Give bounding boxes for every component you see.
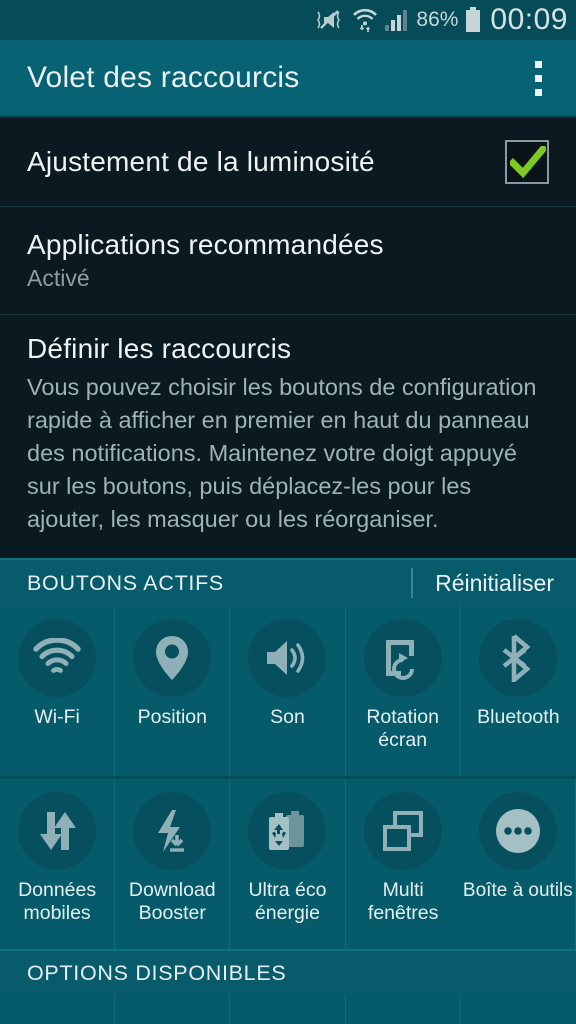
cellular-signal-icon xyxy=(385,9,409,31)
available-options-section-header: OPTIONS DISPONIBLES xyxy=(0,949,576,995)
quick-button-label: Wi-Fi xyxy=(34,706,80,728)
quick-button-ultra-power-saving[interactable]: Ultra éco énergie xyxy=(230,779,346,949)
brightness-label: Ajustement de la luminosité xyxy=(27,146,375,177)
sound-speaker-icon xyxy=(248,619,327,697)
action-bar: Volet des raccourcis xyxy=(0,40,576,118)
quick-button-label: Multi fenêtres xyxy=(367,879,439,924)
status-clock: 00:09 xyxy=(490,3,568,36)
toolbox-dots-icon xyxy=(478,792,557,870)
quick-button-download-booster[interactable]: Download Booster xyxy=(115,779,231,949)
reset-button[interactable]: Réinitialiser xyxy=(413,570,576,597)
active-buttons-header-label: BOUTONS ACTIFS xyxy=(27,570,224,595)
screen-rotation-icon xyxy=(363,619,442,697)
settings-screen: 86% 00:09 Volet des raccourcis Ajustemen… xyxy=(0,0,576,1024)
overflow-menu-icon[interactable] xyxy=(514,60,576,96)
location-pin-icon xyxy=(133,619,212,697)
setting-row-define-shortcuts: Définir les raccourcis Vous pouvez chois… xyxy=(0,314,576,558)
status-bar: 86% 00:09 xyxy=(0,0,576,40)
quick-button-label: Données mobiles xyxy=(18,879,97,924)
overflow-dot xyxy=(534,88,542,96)
available-option-cell[interactable] xyxy=(230,995,346,1024)
quick-button-label: Rotation écran xyxy=(366,706,439,751)
available-option-cell[interactable] xyxy=(115,995,231,1024)
quick-button-mobile-data[interactable]: Données mobiles xyxy=(0,779,116,949)
quick-button-label: Position xyxy=(137,706,207,728)
active-buttons-grid: Wi-Fi Position Son Rotation écran Blueto… xyxy=(0,606,576,949)
page-title: Volet des raccourcis xyxy=(27,61,300,94)
quick-button-label: Son xyxy=(270,706,305,728)
quick-button-toolbox[interactable]: Boîte à outils xyxy=(461,779,576,949)
define-shortcuts-label: Définir les raccourcis xyxy=(27,333,292,364)
recommended-apps-label: Applications recommandées xyxy=(27,229,384,260)
available-option-cell[interactable] xyxy=(461,995,576,1024)
bluetooth-icon xyxy=(479,619,558,697)
multi-window-icon xyxy=(364,792,443,870)
quick-button-wifi[interactable]: Wi-Fi xyxy=(0,606,116,776)
quick-button-screen-rotation[interactable]: Rotation écran xyxy=(346,606,461,776)
active-buttons-section-header: BOUTONS ACTIFS Réinitialiser xyxy=(0,558,576,606)
mute-vibrate-icon xyxy=(315,8,345,32)
quick-button-label: Download Booster xyxy=(128,879,216,924)
brightness-checkbox[interactable] xyxy=(505,140,549,184)
recommended-apps-value: Activé xyxy=(27,265,90,291)
wifi-icon xyxy=(18,619,97,697)
quick-button-position[interactable]: Position xyxy=(115,606,231,776)
overflow-dot xyxy=(534,60,542,68)
mobile-data-icon xyxy=(18,792,97,870)
quick-button-label: Bluetooth xyxy=(477,706,560,728)
setting-row-recommended-apps[interactable]: Applications recommandées Activé xyxy=(0,206,576,314)
quick-button-multi-window[interactable]: Multi fenêtres xyxy=(346,779,461,949)
available-option-cell[interactable] xyxy=(0,995,116,1024)
quick-button-label: Ultra éco énergie xyxy=(248,879,327,924)
available-options-header-label: OPTIONS DISPONIBLES xyxy=(27,960,287,985)
setting-row-brightness[interactable]: Ajustement de la luminosité xyxy=(0,118,576,206)
quick-button-label: Boîte à outils xyxy=(462,880,573,901)
check-icon xyxy=(510,146,546,179)
quick-button-bluetooth[interactable]: Bluetooth xyxy=(461,606,576,776)
overflow-dot xyxy=(534,74,542,82)
ultra-power-saving-icon xyxy=(248,792,327,870)
available-options-grid xyxy=(0,995,576,1024)
download-booster-icon xyxy=(133,792,212,870)
battery-percent: 86% xyxy=(416,8,459,31)
wifi-data-icon xyxy=(352,7,378,33)
quick-button-sound[interactable]: Son xyxy=(230,606,346,776)
available-option-cell[interactable] xyxy=(346,995,461,1024)
define-shortcuts-description: Vous pouvez choisir les boutons de confi… xyxy=(27,374,537,532)
battery-icon xyxy=(465,7,481,33)
